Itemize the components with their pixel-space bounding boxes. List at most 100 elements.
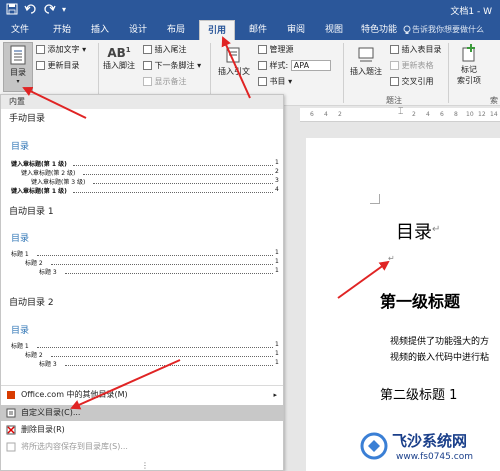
tab-review[interactable]: 审阅: [279, 20, 313, 40]
toc-page-number: 1: [275, 258, 279, 265]
office-com-more-toc-item[interactable]: Office.com 中的其他目录(M) ▸: [1, 387, 283, 403]
toc-page-number: 1: [275, 359, 279, 366]
cross-reference-icon: [390, 77, 399, 86]
tab-layout[interactable]: 布局: [159, 20, 193, 40]
show-notes-button[interactable]: 显示备注: [143, 76, 187, 87]
style-dropdown[interactable]: APA: [290, 60, 331, 71]
toc-page-number: 2: [275, 168, 279, 175]
mark-entry-button[interactable]: 标记 索引项: [452, 44, 486, 86]
bibliography-button[interactable]: 书目 ▾: [258, 76, 292, 87]
remove-toc-label: 删除目录(R): [21, 425, 65, 434]
manage-sources-button[interactable]: 管理源: [258, 44, 294, 55]
toc-entry: 键入章标题(第 1 级): [11, 188, 67, 195]
endnote-icon: [143, 45, 152, 54]
tab-mailings[interactable]: 邮件: [241, 20, 275, 40]
ruler-tick: 10: [466, 111, 474, 118]
toc-page-number: 1: [275, 267, 279, 274]
tab-home[interactable]: 开始: [45, 20, 79, 40]
toc-entry: 标题 3: [39, 361, 57, 368]
title-bar: ▾ 文档1 - W: [0, 0, 500, 20]
toc-leader: [51, 356, 273, 357]
manual-toc-preview[interactable]: 目录 键入章标题(第 1 级) 1 键入章标题(第 2 级) 2 键入章标题(第…: [1, 123, 283, 203]
builtin-header: 内置: [1, 95, 283, 109]
captions-group-label: 题注: [386, 96, 402, 105]
resize-grip-icon[interactable]: ⋮: [141, 461, 149, 470]
next-footnote-button[interactable]: 下一条脚注 ▾: [143, 60, 201, 71]
office-logo-icon: [7, 391, 15, 399]
toc-entry: 键入章标题(第 3 级): [31, 179, 86, 186]
cross-reference-button[interactable]: 交叉引用: [390, 76, 434, 87]
watermark-url: www.fs0745.com: [396, 452, 473, 462]
tab-file[interactable]: 文件: [3, 20, 37, 40]
update-table-label: 更新表格: [401, 61, 434, 70]
mark-entry-label: 标记: [461, 65, 477, 74]
toc-leader: [93, 183, 273, 184]
add-text-icon: [36, 45, 45, 54]
toc-leader: [51, 264, 273, 265]
insert-citation-button[interactable]: 插入引文: [214, 46, 254, 77]
toc-page-number: 1: [275, 249, 279, 256]
insert-caption-button[interactable]: 插入题注: [346, 46, 386, 77]
remove-toc-icon: [6, 425, 16, 435]
update-toc-button[interactable]: 更新目录: [36, 60, 80, 71]
update-table-button[interactable]: 更新表格: [390, 60, 434, 71]
toc-leader: [37, 255, 273, 256]
ruler-tick: 8: [454, 111, 458, 118]
toc-entry: 标题 3: [39, 269, 57, 276]
show-notes-icon: [143, 77, 152, 86]
caption-icon: [358, 47, 374, 62]
heading-level-2: 第二级标题 1: [380, 388, 458, 403]
add-text-label: 添加文字: [47, 45, 80, 54]
tell-me-box[interactable]: 告诉我你想要做什么: [412, 20, 484, 40]
body-text-line-2: 视频的嵌入代码中进行粘: [390, 353, 490, 363]
toc-page-number: 1: [275, 341, 279, 348]
tab-special-features[interactable]: 特色功能: [355, 20, 403, 40]
customize-quick-access-icon[interactable]: ▾: [62, 3, 66, 16]
watermark-brand: 飞沙系统网: [392, 432, 468, 450]
style-selector[interactable]: 样式: APA: [258, 60, 331, 71]
insert-table-of-figures-button[interactable]: 插入表目录: [390, 44, 442, 55]
toc-button[interactable]: 目录 ▾: [3, 42, 33, 92]
custom-toc-item[interactable]: 自定义目录(C)...: [1, 405, 283, 421]
indent-marker-icon[interactable]: ⌶: [398, 107, 403, 117]
toc-entry: 标题 2: [25, 352, 43, 359]
remove-toc-item[interactable]: 删除目录(R): [1, 422, 283, 438]
next-footnote-label: 下一条脚注: [154, 61, 195, 70]
style-label: 样式:: [269, 61, 289, 70]
toc-entry: 键入章标题(第 1 级): [11, 161, 67, 168]
redo-icon[interactable]: [44, 3, 56, 15]
auto-toc-2-preview[interactable]: 目录 标题 1 1 标题 2 1 标题 3 1: [1, 307, 283, 377]
body-text-line-1: 视频提供了功能强大的方: [390, 337, 490, 347]
toc-preview-heading: 目录: [11, 234, 30, 244]
toc-leader: [65, 273, 273, 274]
document-page[interactable]: 目录 ↵ ↵ 第一级标题 视频提供了功能强大的方 视频的嵌入代码中进行粘 第二级…: [306, 138, 500, 471]
chevron-down-icon: ▾: [16, 78, 20, 85]
citation-icon: [226, 47, 240, 63]
undo-icon[interactable]: [24, 3, 38, 15]
custom-toc-label: 自定义目录(C)...: [21, 408, 81, 417]
next-footnote-icon: [143, 61, 152, 70]
ruler-tick: 4: [426, 111, 430, 118]
add-text-button[interactable]: 添加文字 ▾: [36, 44, 86, 55]
toc-leader: [65, 365, 273, 366]
insert-footnote-button[interactable]: AB1 插入脚注: [100, 46, 138, 71]
tab-view[interactable]: 视图: [317, 20, 351, 40]
manage-sources-icon: [258, 45, 267, 54]
save-icon[interactable]: [6, 3, 18, 15]
insert-endnote-button[interactable]: 插入尾注: [143, 44, 187, 55]
toc-leader: [83, 174, 273, 175]
insert-citation-label: 插入引文: [218, 67, 250, 76]
word-window: ▾ 文档1 - W 文件 开始 插入 设计 布局 引用 邮件 审阅 视图 特色功…: [0, 0, 500, 471]
tab-insert[interactable]: 插入: [83, 20, 117, 40]
save-selection-to-gallery-item[interactable]: 将所选内容保存到目录库(S)...: [1, 439, 283, 455]
auto-toc-1-preview[interactable]: 目录 标题 1 1 标题 2 1 标题 3 1: [1, 217, 283, 287]
document-title: 目录: [396, 222, 432, 243]
tab-design[interactable]: 设计: [121, 20, 155, 40]
ribbon-divider: [343, 43, 344, 103]
toc-entry: 标题 1: [11, 251, 29, 258]
toc-entry: 键入章标题(第 2 级): [21, 170, 76, 177]
ruler-tick: 14: [490, 111, 498, 118]
toc-preview-heading: 目录: [11, 326, 30, 336]
tab-references[interactable]: 引用: [199, 20, 235, 40]
ribbon-tabs: 文件 开始 插入 设计 布局 引用 邮件 审阅 视图 特色功能 告诉我你想要做什…: [0, 20, 500, 40]
